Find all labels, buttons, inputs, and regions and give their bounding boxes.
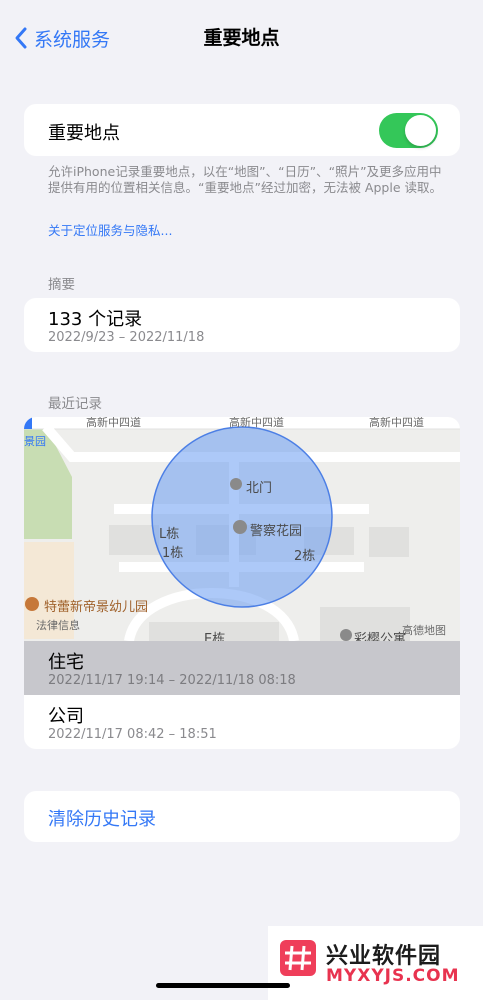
record-time: 2022/11/17 19:14 – 2022/11/18 08:18 — [48, 673, 296, 688]
map-building-label: E栋 — [204, 632, 226, 641]
map-community-label: 警察花园 — [250, 524, 303, 539]
summary-title: 133 个记录 — [48, 309, 143, 330]
significant-locations-toggle-row: 重要地点 — [24, 104, 460, 156]
clear-history-label: 清除历史记录 — [48, 809, 156, 830]
watermark-url: MYXYJS.COM — [326, 966, 460, 986]
map-gate-label: 北门 — [246, 481, 273, 496]
switch-knob — [405, 115, 436, 146]
summary-card[interactable]: 133 个记录 2022/9/23 – 2022/11/18 — [24, 298, 460, 352]
clear-history-button[interactable]: 清除历史记录 — [24, 791, 460, 842]
toggle-label: 重要地点 — [48, 123, 120, 144]
privacy-link[interactable]: 关于定位服务与隐私... — [48, 220, 172, 239]
map-building-label: 2栋 — [294, 549, 316, 564]
record-time: 2022/11/17 08:42 – 18:51 — [48, 727, 217, 742]
map-road-label: 高新中四道 — [86, 417, 141, 429]
home-indicator[interactable] — [156, 983, 290, 988]
navigation-bar: 系统服务 重要地点 — [0, 0, 483, 75]
map-provider-label: 高德地图 — [402, 624, 446, 637]
record-row-company[interactable]: 公司 2022/11/17 08:42 – 18:51 — [24, 695, 460, 749]
record-title: 住宅 — [48, 652, 84, 673]
watermark-logo-icon — [280, 940, 316, 976]
map-road-label: 高新中四道 — [229, 417, 284, 429]
recent-records-card: 高新中四道 高新中四道 高新中四道 景园 北门 警察花园 L栋 1栋 2栋 E栋… — [24, 417, 460, 749]
map-view[interactable]: 高新中四道 高新中四道 高新中四道 景园 北门 警察花园 L栋 1栋 2栋 E栋… — [24, 417, 460, 641]
summary-date-range: 2022/9/23 – 2022/11/18 — [48, 330, 205, 345]
page-title: 重要地点 — [203, 27, 280, 49]
toggle-description: 允许iPhone记录重要地点，以在“地图”、“日历”、“照片”及更多应用中提供有… — [48, 164, 442, 195]
map-legal-link[interactable]: 法律信息 — [36, 617, 80, 633]
map-building-label: L栋 — [159, 527, 180, 542]
watermark: 兴业软件园 MYXYJS.COM — [268, 926, 483, 1000]
record-row-home[interactable]: 住宅 2022/11/17 19:14 – 2022/11/18 08:18 — [24, 641, 460, 695]
map-park-label: 景园 — [24, 435, 46, 448]
record-title: 公司 — [48, 706, 84, 727]
map-building-label: 1栋 — [162, 546, 184, 561]
summary-header: 摘要 — [48, 277, 75, 293]
significant-locations-switch[interactable] — [379, 113, 438, 148]
map-apartment-label: 彩樱公寓 — [354, 632, 407, 641]
recent-header: 最近记录 — [48, 396, 102, 412]
map-kindergarten-label: 特蕾新帝景幼儿园 — [44, 600, 149, 615]
map-road-label: 高新中四道 — [369, 417, 424, 429]
